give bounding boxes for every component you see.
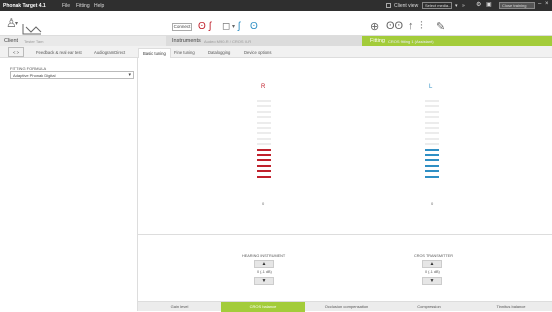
audiogram-icon[interactable] [22, 23, 42, 35]
microphone-icon[interactable]: ↑ [408, 20, 414, 32]
right-side-indicator-icon: R [261, 84, 266, 90]
chevron-down-icon: ▾ [128, 72, 131, 78]
close-icon[interactable]: × [545, 1, 549, 7]
section-bar: Client Tester Tam Instruments Audeo M90-… [0, 36, 552, 46]
menu-fitting[interactable]: Fitting [76, 3, 90, 9]
left-level-value: 0 [431, 201, 434, 206]
right-level-mark [257, 175, 271, 178]
close-training-button[interactable]: Close training [499, 2, 535, 9]
instruments-label: Instruments [172, 38, 201, 44]
title-bar: Phonak Target 4.1 File Fitting Help Clie… [0, 0, 552, 11]
left-level-mark [425, 159, 439, 162]
select-media-dropdown[interactable]: Select media... [422, 2, 452, 9]
left-level-mark [425, 154, 439, 156]
toolbar: ♙ ▾ Connect ʘ ʃ ◻ ▾ ʃ ʘ ⊕ ʘʘ ↑ ⫶ ✎ [0, 11, 552, 36]
right-level-mark [257, 154, 271, 156]
right-level-mark [257, 110, 271, 113]
left-level-mark [425, 164, 439, 167]
tab-datalogging[interactable]: Datalogging [204, 48, 234, 58]
tab-feedback[interactable]: Feedback & real ear test [32, 48, 86, 58]
fitting-label: Fitting [370, 38, 385, 44]
sliders-icon[interactable]: ⫶ [420, 20, 423, 33]
left-panel: FITTING FORMULA Adaptive Phonak Digital … [0, 58, 138, 311]
left-level-mark [425, 127, 439, 129]
next-icon[interactable]: » [462, 3, 465, 9]
nav-arrows-button[interactable]: < > [8, 47, 25, 57]
client-label: Client [4, 38, 19, 44]
instruments-section[interactable]: Instruments Audeo M90-R / CROS II-R [166, 36, 362, 46]
fitting-name: CROS fitting 1 (Assistant) [388, 39, 434, 44]
tab-bar: < > Feedback & real ear test AudiogramDi… [0, 46, 552, 58]
gear-icon[interactable]: ⚙ [476, 1, 481, 8]
fitting-formula-select[interactable]: Adaptive Phonak Digital ▾ [10, 71, 134, 79]
save-icon[interactable]: ▣ [486, 1, 492, 8]
left-level-mark [425, 148, 439, 151]
cros-transmitter-up-button[interactable]: ▲ [422, 260, 442, 268]
client-dropdown-icon[interactable]: ▾ [15, 20, 18, 27]
hearing-instrument-value: 0 (-1 dB) [257, 270, 272, 274]
bottom-tab-bar: Gain level CROS balance Occlusion compen… [138, 301, 552, 312]
cros-transmitter-value: 0 (-1 dB) [425, 270, 440, 274]
main-area: R L 0 0 HEARING INSTRUMENT ▲ 0 (-1 dB) ▼… [138, 58, 552, 311]
right-ear-icon[interactable]: ʘ [198, 21, 206, 32]
right-level-mark [257, 127, 271, 129]
right-level-mark [257, 105, 271, 108]
globe-icon[interactable]: ⊕ [370, 20, 379, 33]
right-level-mark [257, 164, 271, 167]
client-name: Tester Tam [24, 39, 44, 44]
divider [138, 234, 552, 235]
app-title: Phonak Target 4.1 [3, 3, 46, 9]
program-icon[interactable]: ◻ [222, 21, 230, 32]
tab-basic-tuning[interactable]: Basic tuning [138, 48, 171, 58]
right-level-mark [257, 170, 271, 173]
program-dropdown-icon[interactable]: ▾ [232, 23, 235, 30]
right-level-mark [257, 137, 271, 140]
client-view-checkbox[interactable] [386, 3, 391, 8]
cros-transmitter-down-button[interactable]: ▼ [422, 277, 442, 285]
tab-fine-tuning[interactable]: Fine tuning [170, 48, 199, 58]
client-section[interactable]: Client Tester Tam [0, 36, 166, 46]
fitting-formula-value: Adaptive Phonak Digital [13, 73, 56, 78]
left-level-mark [425, 137, 439, 140]
right-level-mark [257, 116, 271, 119]
left-level-mark [425, 121, 439, 124]
right-level-mark [257, 100, 271, 102]
left-level-mark [425, 100, 439, 102]
minimize-icon[interactable]: – [538, 1, 541, 7]
left-level-mark [425, 132, 439, 135]
tab-audiogramdirect[interactable]: AudiogramDirect [90, 48, 129, 58]
menu-help[interactable]: Help [94, 3, 104, 9]
client-view-label: Client view [394, 3, 419, 9]
hearing-instrument-down-button[interactable]: ▼ [254, 277, 274, 285]
left-level-mark [425, 175, 439, 178]
left-ear-icon[interactable]: ʘ [250, 21, 258, 32]
left-level-mark [425, 116, 439, 119]
hearing-instrument-up-button[interactable]: ▲ [254, 260, 274, 268]
cros-transmitter-label: CROS TRANSMITTER [414, 254, 453, 258]
right-level-mark [257, 148, 271, 151]
menu-file[interactable]: File [62, 3, 70, 9]
right-hearing-aid-icon[interactable]: ʃ [209, 21, 211, 32]
tab-device-options[interactable]: Device options [240, 48, 275, 58]
ears-icon[interactable]: ʘʘ [386, 20, 403, 32]
left-level-mark [425, 143, 439, 146]
right-level-mark [257, 121, 271, 124]
left-level-mark [425, 110, 439, 113]
fitting-section[interactable]: Fitting CROS fitting 1 (Assistant) [362, 36, 552, 46]
right-level-mark [257, 159, 271, 162]
right-level-mark [257, 132, 271, 135]
left-side-indicator-icon: L [429, 84, 433, 90]
hearing-instrument-label: HEARING INSTRUMENT [242, 254, 286, 258]
left-hearing-aid-icon[interactable]: ʃ [238, 21, 240, 32]
left-level-mark [425, 170, 439, 173]
dropdown-arrow-icon[interactable]: ▾ [455, 3, 458, 9]
right-level-value: 0 [262, 201, 265, 206]
left-level-mark [425, 105, 439, 108]
connect-button[interactable]: Connect [172, 23, 192, 31]
right-level-mark [257, 143, 271, 146]
instruments-name: Audeo M90-R / CROS II-R [204, 39, 252, 44]
tools-icon[interactable]: ✎ [436, 20, 445, 33]
